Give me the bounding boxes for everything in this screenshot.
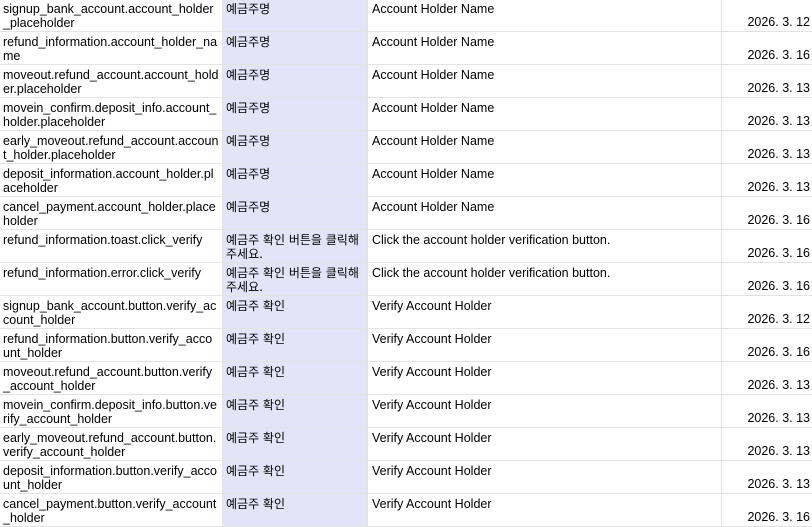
date-value: 2026. 3. 13 [747, 147, 810, 161]
cell-date[interactable]: 2026. 3. 12 [722, 296, 812, 328]
cell-korean[interactable]: 예금주명 [223, 65, 368, 97]
cell-korean[interactable]: 예금주 확인 [223, 362, 368, 394]
cell-english[interactable]: Verify Account Holder [368, 362, 722, 394]
cell-key[interactable]: deposit_information.button.verify_accoun… [0, 461, 223, 493]
cell-korean[interactable]: 예금주 확인 [223, 461, 368, 493]
cell-key[interactable]: moveout.refund_account.button.verify_acc… [0, 362, 223, 394]
cell-korean[interactable]: 예금주명 [223, 0, 368, 31]
cell-key[interactable]: movein_confirm.deposit_info.account_hold… [0, 98, 223, 130]
date-value: 2026. 3. 16 [747, 279, 810, 293]
cell-date[interactable]: 2026. 3. 16 [722, 494, 812, 526]
cell-date[interactable]: 2026. 3. 13 [722, 428, 812, 460]
cell-date[interactable]: 2026. 3. 13 [722, 131, 812, 163]
table-row: early_moveout.refund_account.account_hol… [0, 131, 812, 164]
date-value: 2026. 3. 16 [747, 48, 810, 62]
date-value: 2026. 3. 16 [747, 246, 810, 260]
cell-english[interactable]: Account Holder Name [368, 65, 722, 97]
cell-date[interactable]: 2026. 3. 13 [722, 461, 812, 493]
cell-date[interactable]: 2026. 3. 16 [722, 197, 812, 229]
table-row: deposit_information.button.verify_accoun… [0, 461, 812, 494]
cell-english[interactable]: Verify Account Holder [368, 494, 722, 526]
cell-korean[interactable]: 예금주명 [223, 98, 368, 130]
date-value: 2026. 3. 13 [747, 114, 810, 128]
cell-key[interactable]: refund_information.toast.click_verify [0, 230, 223, 262]
cell-korean[interactable]: 예금주 확인 [223, 494, 368, 526]
cell-key[interactable]: cancel_payment.account_holder.placeholde… [0, 197, 223, 229]
cell-english[interactable]: Verify Account Holder [368, 395, 722, 427]
table-row: refund_information.toast.click_verify 예금… [0, 230, 812, 263]
cell-date[interactable]: 2026. 3. 16 [722, 230, 812, 262]
cell-korean[interactable]: 예금주명 [223, 131, 368, 163]
cell-key[interactable]: cancel_payment.button.verify_account_hol… [0, 494, 223, 526]
table-row: movein_confirm.deposit_info.button.verif… [0, 395, 812, 428]
table-row: cancel_payment.account_holder.placeholde… [0, 197, 812, 230]
cell-english[interactable]: Account Holder Name [368, 32, 722, 64]
date-value: 2026. 3. 13 [747, 444, 810, 458]
cell-key[interactable]: refund_information.error.click_verify [0, 263, 223, 295]
table-row: moveout.refund_account.button.verify_acc… [0, 362, 812, 395]
cell-korean[interactable]: 예금주명 [223, 32, 368, 64]
cell-date[interactable]: 2026. 3. 12 [722, 0, 812, 31]
cell-key[interactable]: early_moveout.refund_account.account_hol… [0, 131, 223, 163]
date-value: 2026. 3. 16 [747, 213, 810, 227]
cell-key[interactable]: deposit_information.account_holder.place… [0, 164, 223, 196]
cell-english[interactable]: Click the account holder verification bu… [368, 263, 722, 295]
table-row: moveout.refund_account.account_holder.pl… [0, 65, 812, 98]
cell-date[interactable]: 2026. 3. 13 [722, 362, 812, 394]
cell-date[interactable]: 2026. 3. 13 [722, 164, 812, 196]
cell-key[interactable]: signup_bank_account.account_holder_place… [0, 0, 223, 31]
cell-english[interactable]: Account Holder Name [368, 131, 722, 163]
date-value: 2026. 3. 13 [747, 411, 810, 425]
table-row: signup_bank_account.account_holder_place… [0, 0, 812, 32]
table-row: refund_information.error.click_verify 예금… [0, 263, 812, 296]
cell-date[interactable]: 2026. 3. 13 [722, 395, 812, 427]
cell-date[interactable]: 2026. 3. 13 [722, 65, 812, 97]
cell-korean[interactable]: 예금주명 [223, 197, 368, 229]
table-row: early_moveout.refund_account.button.veri… [0, 428, 812, 461]
cell-key[interactable]: movein_confirm.deposit_info.button.verif… [0, 395, 223, 427]
cell-date[interactable]: 2026. 3. 16 [722, 263, 812, 295]
cell-korean[interactable]: 예금주 확인 [223, 329, 368, 361]
cell-english[interactable]: Account Holder Name [368, 197, 722, 229]
cell-english[interactable]: Account Holder Name [368, 164, 722, 196]
table-row: refund_information.account_holder_name 예… [0, 32, 812, 65]
cell-korean[interactable]: 예금주 확인 [223, 395, 368, 427]
date-value: 2026. 3. 12 [747, 312, 810, 326]
cell-key[interactable]: refund_information.account_holder_name [0, 32, 223, 64]
table-row: movein_confirm.deposit_info.account_hold… [0, 98, 812, 131]
cell-english[interactable]: Account Holder Name [368, 0, 722, 31]
spreadsheet-grid: signup_bank_account.account_holder_place… [0, 0, 812, 527]
cell-english[interactable]: Verify Account Holder [368, 296, 722, 328]
cell-date[interactable]: 2026. 3. 16 [722, 32, 812, 64]
cell-key[interactable]: moveout.refund_account.account_holder.pl… [0, 65, 223, 97]
date-value: 2026. 3. 13 [747, 81, 810, 95]
cell-english[interactable]: Verify Account Holder [368, 329, 722, 361]
table-row: refund_information.button.verify_account… [0, 329, 812, 362]
cell-key[interactable]: signup_bank_account.button.verify_accoun… [0, 296, 223, 328]
cell-english[interactable]: Verify Account Holder [368, 461, 722, 493]
table-row: cancel_payment.button.verify_account_hol… [0, 494, 812, 527]
cell-english[interactable]: Verify Account Holder [368, 428, 722, 460]
cell-key[interactable]: early_moveout.refund_account.button.veri… [0, 428, 223, 460]
cell-korean[interactable]: 예금주 확인 버튼을 클릭해주세요. [223, 263, 368, 295]
date-value: 2026. 3. 13 [747, 180, 810, 194]
table-row: deposit_information.account_holder.place… [0, 164, 812, 197]
table-row: signup_bank_account.button.verify_accoun… [0, 296, 812, 329]
cell-key[interactable]: refund_information.button.verify_account… [0, 329, 223, 361]
cell-english[interactable]: Account Holder Name [368, 98, 722, 130]
cell-korean[interactable]: 예금주명 [223, 164, 368, 196]
date-value: 2026. 3. 13 [747, 477, 810, 491]
date-value: 2026. 3. 16 [747, 510, 810, 524]
cell-korean[interactable]: 예금주 확인 [223, 296, 368, 328]
cell-korean[interactable]: 예금주 확인 버튼을 클릭해주세요. [223, 230, 368, 262]
cell-date[interactable]: 2026. 3. 13 [722, 98, 812, 130]
date-value: 2026. 3. 13 [747, 378, 810, 392]
cell-date[interactable]: 2026. 3. 16 [722, 329, 812, 361]
cell-english[interactable]: Click the account holder verification bu… [368, 230, 722, 262]
date-value: 2026. 3. 12 [747, 15, 810, 29]
cell-korean[interactable]: 예금주 확인 [223, 428, 368, 460]
date-value: 2026. 3. 16 [747, 345, 810, 359]
